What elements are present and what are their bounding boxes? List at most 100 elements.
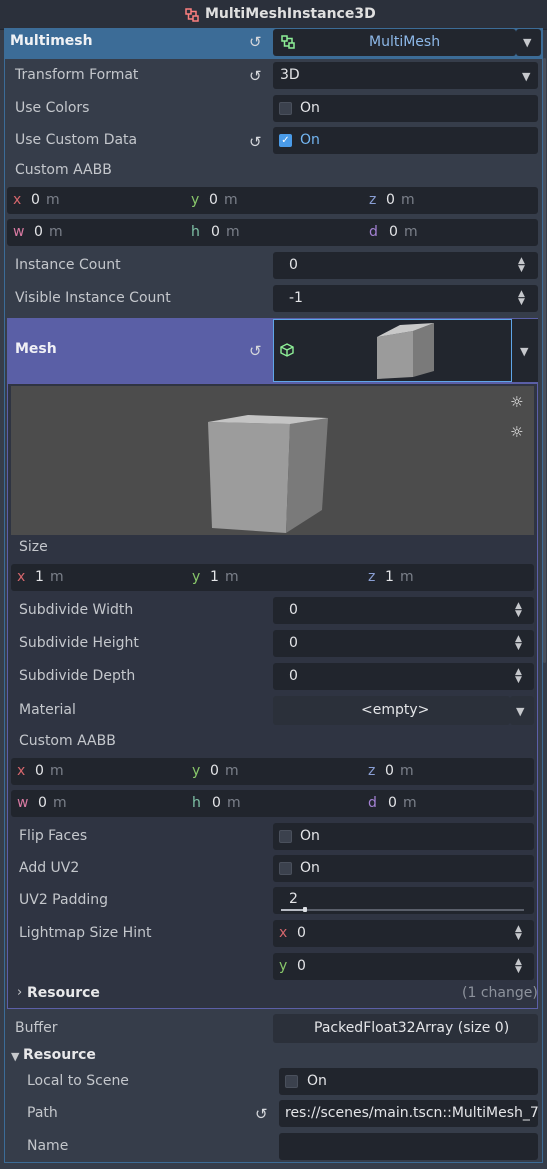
subdivide-height-label: Subdivide Height <box>19 635 139 651</box>
unit-label: m <box>46 192 60 208</box>
axis-h-label: h <box>192 795 201 811</box>
light-2-toggle-icon[interactable]: ☼ <box>510 423 523 441</box>
spin-arrows-icon[interactable]: ▲ ▼ <box>515 925 522 942</box>
unit-label: m <box>225 569 239 585</box>
subdivide-width-value: 0 <box>289 602 298 618</box>
axis-x-label: x <box>13 192 22 208</box>
spin-arrows-icon[interactable]: ▲ ▼ <box>518 290 525 307</box>
size-y[interactable]: 1 <box>210 569 219 585</box>
unit-label: m <box>50 569 64 585</box>
spin-arrows-icon[interactable]: ▲ ▼ <box>518 257 525 274</box>
axis-w-label: w <box>13 224 25 240</box>
mesh-custom-aabb-row-2 <box>11 790 534 817</box>
material-label: Material <box>19 702 76 718</box>
node-title: MultiMeshInstance3D <box>205 6 376 22</box>
use-custom-data-label: Use Custom Data <box>15 132 138 148</box>
chevron-down-icon: ▼ <box>520 345 529 358</box>
mesh-aabb-z[interactable]: 0 <box>385 763 394 779</box>
change-count: (1 change) <box>462 985 538 1001</box>
light-1-toggle-icon[interactable]: ☼ <box>510 393 523 411</box>
transform-format-select[interactable] <box>273 62 538 89</box>
use-colors-value: On <box>300 100 320 116</box>
spin-arrows-icon[interactable]: ▲ ▼ <box>515 668 522 685</box>
size-label: Size <box>19 539 48 555</box>
instance-count-value: 0 <box>289 257 298 273</box>
revert-icon[interactable]: ↺ <box>249 342 262 360</box>
inspector-scrollbar[interactable] <box>543 58 546 663</box>
custom-aabb-d[interactable]: 0 <box>389 224 398 240</box>
custom-aabb-label: Custom AABB <box>15 162 112 178</box>
custom-aabb-h[interactable]: 0 <box>211 224 220 240</box>
subdivide-depth-value: 0 <box>289 668 298 684</box>
revert-icon[interactable]: ↺ <box>249 67 262 85</box>
multimeshinstance3d-icon <box>185 8 199 22</box>
axis-h-label: h <box>191 224 200 240</box>
local-to-scene-value: On <box>307 1073 327 1089</box>
custom-aabb-z[interactable]: 0 <box>386 192 395 208</box>
local-to-scene-label: Local to Scene <box>27 1073 129 1089</box>
size-x[interactable]: 1 <box>35 569 44 585</box>
unit-label: m <box>400 763 414 779</box>
use-colors-label: Use Colors <box>15 100 90 116</box>
axis-x-label: x <box>279 925 288 941</box>
mesh-custom-aabb-row-1 <box>11 758 534 785</box>
mesh-label: Mesh <box>15 341 57 357</box>
unit-label: m <box>224 192 238 208</box>
custom-aabb-x[interactable]: 0 <box>31 192 40 208</box>
checkbox-unchecked-icon <box>279 102 292 115</box>
spin-arrows-icon[interactable]: ▲ ▼ <box>515 958 522 975</box>
spin-arrows-icon[interactable]: ▲ ▼ <box>515 602 522 619</box>
uv2-padding-label: UV2 Padding <box>19 892 108 908</box>
custom-aabb-row-2 <box>7 219 538 246</box>
subdivide-depth-spinbox[interactable] <box>273 663 534 690</box>
lightmap-size-hint-label: Lightmap Size Hint <box>19 925 152 941</box>
lightmap-size-hint-y[interactable] <box>273 953 534 980</box>
name-label: Name <box>27 1138 69 1154</box>
checkbox-checked-icon: ✓ <box>279 134 292 147</box>
transform-format-label: Transform Format <box>15 67 139 83</box>
size-z[interactable]: 1 <box>385 569 394 585</box>
subdivide-width-label: Subdivide Width <box>19 602 134 618</box>
path-input[interactable]: res://scenes/main.tscn::MultiMesh_7l <box>279 1100 538 1127</box>
subdivide-height-value: 0 <box>289 635 298 651</box>
uv2-padding-value: 2 <box>289 891 298 907</box>
visible-instance-count-label: Visible Instance Count <box>15 290 171 306</box>
unit-label: m <box>49 224 63 240</box>
name-input[interactable] <box>279 1133 538 1160</box>
unit-label: m <box>226 224 240 240</box>
buffer-value: PackedFloat32Array (size 0) <box>314 1020 510 1036</box>
custom-aabb-w[interactable]: 0 <box>34 224 43 240</box>
custom-aabb-y[interactable]: 0 <box>209 192 218 208</box>
axis-y-label: y <box>192 763 201 779</box>
chevron-down-icon: ▼ <box>516 705 525 718</box>
subdivide-width-spinbox[interactable] <box>273 597 534 624</box>
axis-x-label: x <box>17 569 26 585</box>
axis-y-label: y <box>191 192 200 208</box>
path-value: res://scenes/main.tscn::MultiMesh_7l <box>285 1105 538 1121</box>
revert-icon[interactable]: ↺ <box>249 133 262 151</box>
revert-icon[interactable]: ↺ <box>255 1105 268 1123</box>
revert-icon[interactable]: ↺ <box>249 33 262 51</box>
mesh-aabb-x[interactable]: 0 <box>35 763 44 779</box>
axis-z-label: z <box>368 763 376 779</box>
instance-count-spinbox[interactable] <box>273 252 538 279</box>
visible-instance-count-spinbox[interactable] <box>273 285 538 312</box>
axis-w-label: w <box>17 795 29 811</box>
spin-arrows-icon[interactable]: ▲ ▼ <box>515 635 522 652</box>
add-uv2-label: Add UV2 <box>19 860 80 876</box>
path-label: Path <box>27 1105 58 1121</box>
flip-faces-label: Flip Faces <box>19 828 88 844</box>
add-uv2-value: On <box>300 860 320 876</box>
mesh-aabb-d[interactable]: 0 <box>388 795 397 811</box>
mesh-aabb-h[interactable]: 0 <box>212 795 221 811</box>
axis-d-label: d <box>368 795 377 811</box>
multimesh-icon <box>281 35 295 49</box>
multimesh-label: Multimesh <box>10 33 93 49</box>
mesh-aabb-w[interactable]: 0 <box>38 795 47 811</box>
lightmap-size-hint-x[interactable] <box>273 920 534 947</box>
uv2-padding-grabber[interactable] <box>303 907 307 912</box>
mesh-aabb-y[interactable]: 0 <box>210 763 219 779</box>
subdivide-height-spinbox[interactable] <box>273 630 534 657</box>
boxmesh-icon <box>280 343 294 357</box>
unit-label: m <box>50 763 64 779</box>
